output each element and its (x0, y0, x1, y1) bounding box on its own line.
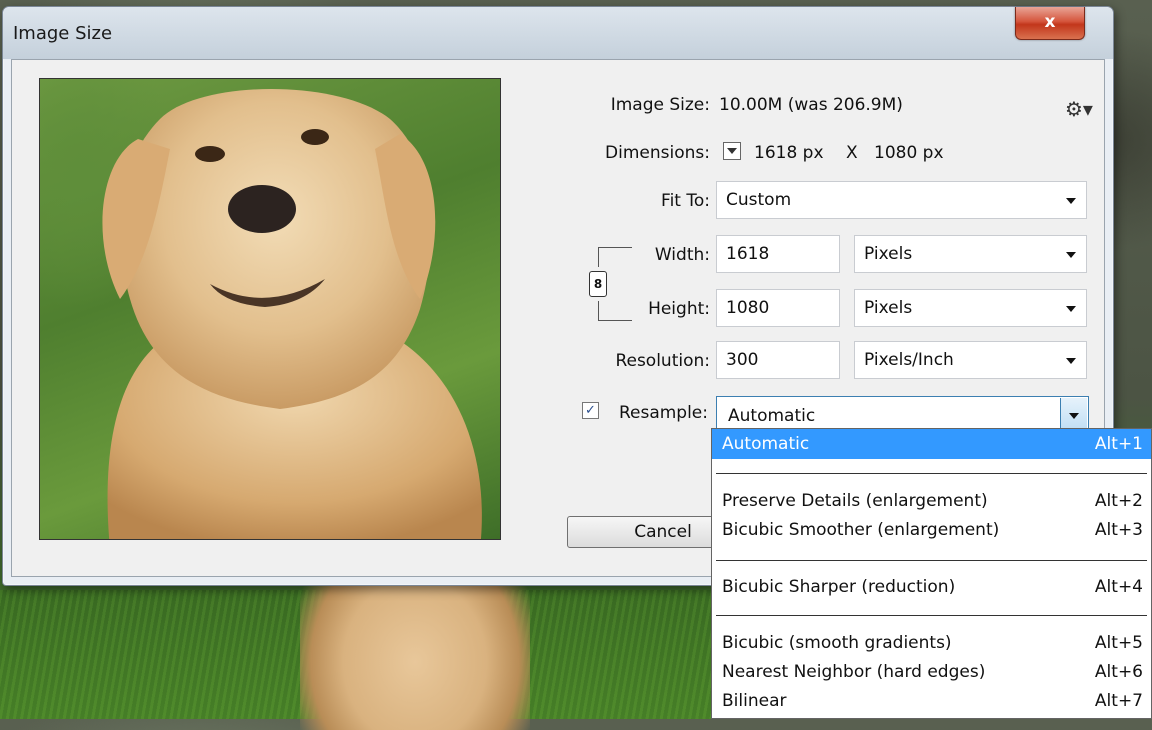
menu-separator (716, 560, 1147, 561)
menu-separator (716, 615, 1147, 616)
image-size-value: 10.00M (was 206.9M) (719, 95, 903, 115)
option-label: Preserve Details (enlargement) (722, 491, 988, 511)
option-shortcut: Alt+5 (1094, 633, 1143, 653)
height-unit-select[interactable]: Pixels (854, 289, 1087, 327)
option-label: Bicubic Smoother (enlargement) (722, 520, 1000, 540)
constrain-bracket-top-arm (598, 247, 632, 248)
fit-to-label: Fit To: (661, 191, 710, 211)
width-label: Width: (654, 245, 710, 265)
cancel-button-label: Cancel (634, 522, 692, 542)
dog-photo (102, 89, 482, 539)
chevron-down-icon (1066, 358, 1076, 364)
resample-value: Automatic (728, 406, 816, 426)
chain-link-icon[interactable]: 8 (589, 271, 607, 297)
gear-icon[interactable]: ⚙▾ (1065, 97, 1093, 121)
constrain-bracket-bottom (598, 301, 599, 321)
width-unit-select[interactable]: Pixels (854, 235, 1087, 273)
window-title: Image Size (13, 23, 113, 44)
constrain-bracket-bottom-arm (598, 320, 632, 321)
chevron-down-icon (1066, 198, 1076, 204)
title-bar[interactable]: Image Size x (3, 7, 1113, 59)
option-shortcut: Alt+2 (1094, 491, 1143, 511)
chevron-down-icon (1066, 252, 1076, 258)
option-label: Bicubic Sharper (reduction) (722, 577, 956, 597)
option-shortcut: Alt+4 (1094, 577, 1143, 597)
dimensions-height-value: 1080 px (874, 143, 944, 163)
option-label: Bicubic (smooth gradients) (722, 633, 952, 653)
resolution-input[interactable]: 300 (716, 341, 840, 379)
height-unit-value: Pixels (864, 298, 913, 318)
width-unit-value: Pixels (864, 244, 913, 264)
image-size-label: Image Size: (610, 95, 710, 115)
chevron-down-icon (1066, 306, 1076, 312)
option-label: Bilinear (722, 691, 787, 711)
image-preview[interactable] (39, 78, 501, 540)
cancel-button[interactable]: Cancel (567, 516, 727, 548)
option-shortcut: Alt+3 (1094, 520, 1143, 540)
close-button[interactable]: x (1015, 7, 1085, 40)
option-label: Automatic (722, 434, 810, 454)
dimensions-width-value: 1618 px (754, 143, 824, 163)
dimensions-separator: X (846, 143, 858, 163)
resample-option-preserve-details[interactable]: Preserve Details (enlargement) Alt+2 (712, 488, 1151, 514)
resolution-unit-value: Pixels/Inch (864, 350, 954, 370)
option-shortcut: Alt+7 (1094, 691, 1143, 711)
resolution-label: Resolution: (615, 351, 710, 371)
width-input[interactable]: 1618 (716, 235, 840, 273)
fit-to-select[interactable]: Custom (716, 181, 1087, 219)
option-label: Nearest Neighbor (hard edges) (722, 662, 986, 682)
option-shortcut: Alt+6 (1094, 662, 1143, 682)
dimensions-units-dropdown[interactable] (723, 142, 741, 160)
resample-label: Resample: (618, 403, 708, 423)
resample-option-bilinear[interactable]: Bilinear Alt+7 (712, 688, 1151, 714)
resample-option-bicubic-smoother[interactable]: Bicubic Smoother (enlargement) Alt+3 (712, 517, 1151, 543)
resolution-unit-select[interactable]: Pixels/Inch (854, 341, 1087, 379)
constrain-bracket-top (598, 247, 599, 267)
height-label: Height: (648, 299, 710, 319)
menu-separator (716, 473, 1147, 474)
height-input[interactable]: 1080 (716, 289, 840, 327)
fit-to-value: Custom (726, 190, 792, 210)
dimensions-label: Dimensions: (605, 143, 710, 163)
resample-option-automatic[interactable]: Automatic Alt+1 (712, 429, 1151, 459)
resample-option-nearest-neighbor[interactable]: Nearest Neighbor (hard edges) Alt+6 (712, 659, 1151, 685)
option-shortcut: Alt+1 (1094, 434, 1143, 454)
resample-dropdown-list: Automatic Alt+1 Preserve Details (enlarg… (711, 428, 1152, 719)
resample-option-bicubic-sharper[interactable]: Bicubic Sharper (reduction) Alt+4 (712, 574, 1151, 600)
resample-option-bicubic[interactable]: Bicubic (smooth gradients) Alt+5 (712, 630, 1151, 656)
resample-checkbox[interactable]: ✓ (582, 402, 599, 419)
